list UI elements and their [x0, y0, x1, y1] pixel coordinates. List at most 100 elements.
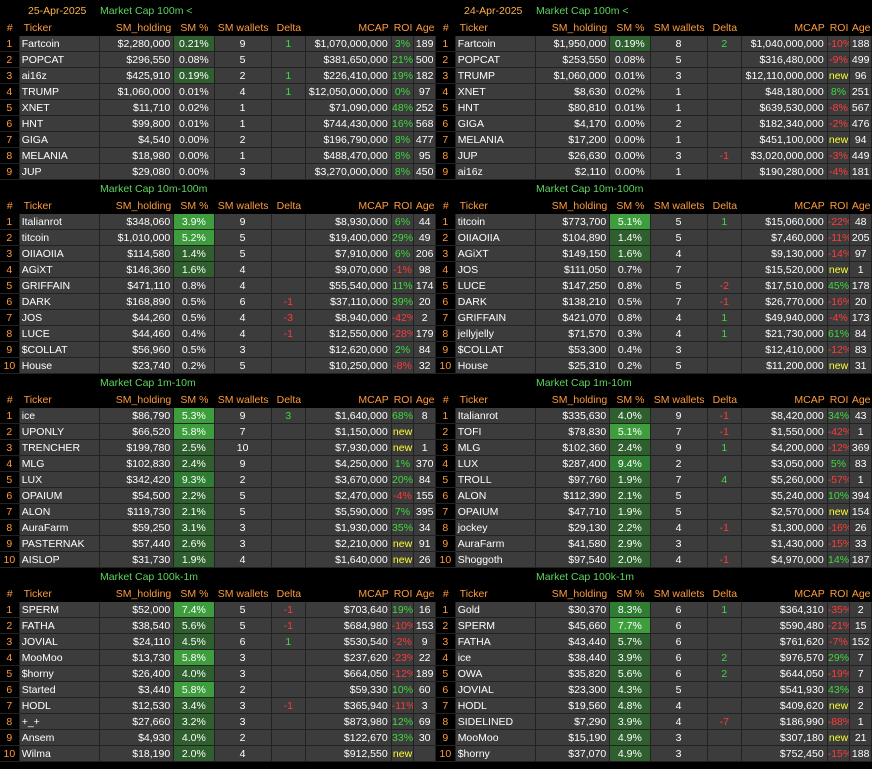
table-row: 6 Started $3,440 5.8% 2 $59,330 10% 60 [0, 682, 436, 698]
cell-sm-wallets: 3 [650, 68, 708, 84]
header-age: Age [851, 22, 871, 34]
cell-ticker: XNET [455, 84, 537, 100]
cell-index: 8 [436, 326, 456, 342]
cell-index: 8 [436, 148, 456, 164]
cell-roi: 29% [827, 650, 851, 666]
table-row: 5 TROLL $97,760 1.9% 7 4 $5,260,000 -57% 1 [436, 472, 872, 488]
cell-sm-wallets: 6 [650, 602, 708, 618]
cell-mcap: $1,150,000 [306, 424, 392, 440]
cell-index: 2 [436, 230, 456, 246]
cell-delta [707, 230, 743, 246]
cell-delta [271, 100, 307, 116]
cell-ticker: TRUMP [19, 84, 101, 100]
cell-index: 1 [0, 602, 20, 618]
table-row: 4 TRUMP $1,060,000 0.01% 4 1 $12,050,000,000 0%… [0, 84, 436, 100]
cell-mcap: $3,670,000 [306, 472, 392, 488]
cell-roi: 12% [391, 714, 415, 730]
cell-index: 8 [0, 326, 20, 342]
cell-index: 8 [436, 520, 456, 536]
cell-ticker: HODL [455, 698, 537, 714]
cell-sm-wallets: 3 [214, 714, 272, 730]
cell-delta [707, 698, 743, 714]
cell-age: 44 [414, 214, 436, 230]
cell-sm-wallets: 5 [214, 246, 272, 262]
cell-delta [707, 84, 743, 100]
cell-delta [271, 132, 307, 148]
cell-mcap: $409,620 [742, 698, 828, 714]
table-row: 3 OIIAOIIA $114,580 1.4% 5 $7,910,000 6% 206 [0, 246, 436, 262]
cell-ticker: AuraFarm [455, 536, 537, 552]
cell-sm-holding: $23,300 [536, 682, 611, 698]
cell-age [414, 424, 436, 440]
cell-index: 8 [0, 148, 20, 164]
cell-age: 2 [414, 310, 436, 326]
cell-roi: -12% [827, 440, 851, 456]
header-sm-wallets: SM wallets [653, 394, 705, 406]
table-row: 5 HNT $80,810 0.01% 1 $639,530,000 -8% 567 [436, 100, 872, 116]
cell-index: 5 [0, 666, 20, 682]
cell-sm-wallets: 5 [214, 504, 272, 520]
header-ticker: Ticker [23, 22, 52, 34]
cell-sm-holding: $2,110 [536, 164, 611, 180]
cell-sm-holding: $15,190 [536, 730, 611, 746]
cell-roi: 61% [827, 326, 851, 342]
table-row: 6 DARK $138,210 0.5% 7 -1 $26,770,000 -16% 20 [436, 294, 872, 310]
cell-roi: -1% [391, 262, 415, 278]
cell-roi: new [827, 132, 851, 148]
cell-sm-wallets: 8 [650, 36, 708, 52]
cell-delta: -1 [707, 408, 743, 424]
table-row: 10 House $23,740 0.2% 5 $10,250,000 -8% 32 [0, 358, 436, 374]
cell-age: 174 [414, 278, 436, 294]
cell-delta [707, 262, 743, 278]
table-row: 1 titcoin $773,700 5.1% 5 1 $15,060,000 -22% 48 [436, 214, 872, 230]
table-row: 5 $horny $26,400 4.0% 3 $664,050 -12% 189 [0, 666, 436, 682]
cell-ticker: MELANIA [455, 132, 537, 148]
cell-age: 173 [850, 310, 872, 326]
cell-age: 206 [414, 246, 436, 262]
cell-sm-pct: 0.01% [174, 84, 215, 100]
table-header: # Ticker SM_holding SM % SM wallets Delta MCAP… [436, 586, 872, 602]
cell-delta [271, 246, 307, 262]
cell-sm-holding: $23,740 [100, 358, 175, 374]
cell-roi: 8% [391, 148, 415, 164]
cell-delta [271, 456, 307, 472]
cell-sm-pct: 2.1% [174, 504, 215, 520]
cell-mcap: $1,930,000 [306, 520, 392, 536]
cell-mcap: $316,480,000 [742, 52, 828, 68]
cell-delta [707, 246, 743, 262]
table-row: 10 Shoggoth $97,540 2.0% 4 -1 $4,970,000 14% 187 [436, 552, 872, 568]
table-row: 9 Ansem $4,930 4.0% 2 $122,670 33% 30 [0, 730, 436, 746]
cell-sm-holding: $8,630 [536, 84, 611, 100]
cell-sm-holding: $773,700 [536, 214, 611, 230]
cell-delta [271, 552, 307, 568]
cell-mcap: $5,260,000 [742, 472, 828, 488]
header-index: # [6, 588, 13, 600]
cell-index: 10 [436, 552, 456, 568]
cell-delta [707, 100, 743, 116]
cell-age: 1 [850, 262, 872, 278]
cell-age: 49 [414, 230, 436, 246]
cell-age: 96 [850, 68, 872, 84]
cell-sm-wallets: 1 [650, 164, 708, 180]
cell-ticker: JOVIAL [455, 682, 537, 698]
cell-sm-wallets: 3 [650, 536, 708, 552]
cell-age: 252 [414, 100, 436, 116]
cell-sm-wallets: 2 [650, 116, 708, 132]
cell-age: 21 [850, 730, 872, 746]
cell-sm-pct: 2.2% [610, 520, 651, 536]
cell-roi: -4% [827, 310, 851, 326]
table-row: 6 HNT $99,800 0.01% 1 $744,430,000 16% 568 [0, 116, 436, 132]
table-row: 4 JOS $111,050 0.7% 7 $15,520,000 new 1 [436, 262, 872, 278]
cell-index: 8 [0, 520, 20, 536]
cell-sm-wallets: 2 [214, 682, 272, 698]
header-index: # [6, 22, 13, 34]
section-2: Market Cap 1m-10m # Ticker SM_holding SM % SM… [0, 374, 436, 568]
cell-mcap: $12,550,000 [306, 326, 392, 342]
cell-ticker: HNT [19, 116, 101, 132]
cell-age: 34 [414, 520, 436, 536]
cell-delta [271, 278, 307, 294]
cell-delta: 1 [707, 440, 743, 456]
header-mcap: MCAP [358, 588, 389, 600]
cell-roi: 48% [391, 100, 415, 116]
cell-sm-holding: $57,440 [100, 536, 175, 552]
